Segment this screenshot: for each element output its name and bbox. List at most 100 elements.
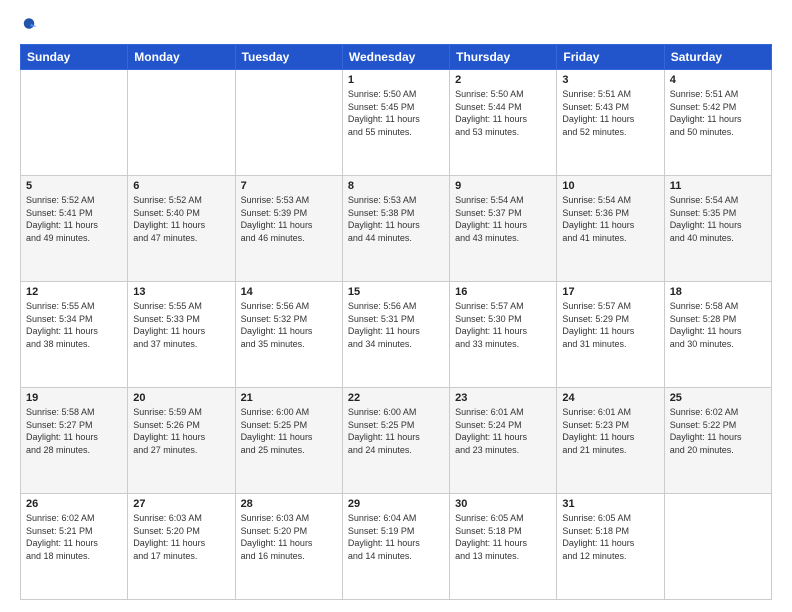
- day-info: Sunrise: 6:02 AM Sunset: 5:21 PM Dayligh…: [26, 512, 122, 562]
- day-info: Sunrise: 6:01 AM Sunset: 5:24 PM Dayligh…: [455, 406, 551, 456]
- day-info: Sunrise: 6:05 AM Sunset: 5:18 PM Dayligh…: [455, 512, 551, 562]
- day-number: 10: [562, 180, 658, 192]
- day-number: 11: [670, 180, 766, 192]
- day-number: 6: [133, 180, 229, 192]
- logo-icon: [20, 16, 38, 34]
- day-number: 12: [26, 286, 122, 298]
- weekday-header-saturday: Saturday: [664, 45, 771, 70]
- week-row-4: 19 Sunrise: 5:58 AM Sunset: 5:27 PM Dayli…: [21, 388, 772, 494]
- day-info: Sunrise: 6:03 AM Sunset: 5:20 PM Dayligh…: [241, 512, 337, 562]
- day-number: 27: [133, 498, 229, 510]
- day-cell: 24Sunrise: 6:01 AM Sunset: 5:23 PM Dayli…: [557, 388, 664, 494]
- page: SundayMondayTuesdayWednesdayThursdayFrid…: [0, 0, 792, 612]
- day-info: Sunrise: 5:58 AM Sunset: 5:28 PM Dayligh…: [670, 300, 766, 350]
- day-cell: 18Sunrise: 5:58 AM Sunset: 5:28 PM Dayli…: [664, 282, 771, 388]
- logo: [20, 16, 42, 34]
- day-number: 2: [455, 74, 551, 86]
- day-info: Sunrise: 5:54 AM Sunset: 5:36 PM Dayligh…: [562, 194, 658, 244]
- day-cell: [128, 70, 235, 176]
- weekday-header-row: SundayMondayTuesdayWednesdayThursdayFrid…: [21, 45, 772, 70]
- day-cell: 29 Sunrise: 6:04 AM Sunset: 5:19 PM Dayli…: [342, 494, 449, 600]
- week-row-1: 1 Sunrise: 5:50 AM Sunset: 5:45 PM Daylig…: [21, 70, 772, 176]
- day-number: 14: [241, 286, 337, 298]
- day-number: 7: [241, 180, 337, 192]
- weekday-header-sunday: Sunday: [21, 45, 128, 70]
- day-number: 3: [562, 74, 658, 86]
- header: [20, 16, 772, 34]
- calendar-table: SundayMondayTuesdayWednesdayThursdayFrid…: [20, 44, 772, 600]
- day-info: Sunrise: 5:59 AM Sunset: 5:26 PM Dayligh…: [133, 406, 229, 456]
- day-info: Sunrise: 6:05 AM Sunset: 5:18 PM Dayligh…: [562, 512, 658, 562]
- day-cell: 2 Sunrise: 5:50 AM Sunset: 5:44 PM Daylig…: [450, 70, 557, 176]
- day-cell: 4 Sunrise: 5:51 AM Sunset: 5:42 PM Daylig…: [664, 70, 771, 176]
- day-cell: 26 Sunrise: 6:02 AM Sunset: 5:21 PM Dayli…: [21, 494, 128, 600]
- day-number: 24: [562, 392, 658, 404]
- week-row-5: 26 Sunrise: 6:02 AM Sunset: 5:21 PM Dayli…: [21, 494, 772, 600]
- day-cell: 20 Sunrise: 5:59 AM Sunset: 5:26 PM Dayli…: [128, 388, 235, 494]
- day-cell: 27 Sunrise: 6:03 AM Sunset: 5:20 PM Dayli…: [128, 494, 235, 600]
- day-info: Sunrise: 5:52 AM Sunset: 5:41 PM Dayligh…: [26, 194, 122, 244]
- day-info: Sunrise: 6:02 AM Sunset: 5:22 PM Dayligh…: [670, 406, 766, 456]
- day-cell: 21 Sunrise: 6:00 AM Sunset: 5:25 PM Dayli…: [235, 388, 342, 494]
- day-number: 16: [455, 286, 551, 298]
- day-number: 22: [348, 392, 444, 404]
- day-cell: 10 Sunrise: 5:54 AM Sunset: 5:36 PM Dayli…: [557, 176, 664, 282]
- day-number: 4: [670, 74, 766, 86]
- day-cell: 16 Sunrise: 5:57 AM Sunset: 5:30 PM Dayli…: [450, 282, 557, 388]
- day-info: Sunrise: 5:51 AM Sunset: 5:42 PM Dayligh…: [670, 88, 766, 138]
- weekday-header-wednesday: Wednesday: [342, 45, 449, 70]
- day-cell: 15 Sunrise: 5:56 AM Sunset: 5:31 PM Dayli…: [342, 282, 449, 388]
- week-row-3: 12 Sunrise: 5:55 AM Sunset: 5:34 PM Dayli…: [21, 282, 772, 388]
- day-info: Sunrise: 5:57 AM Sunset: 5:30 PM Dayligh…: [455, 300, 551, 350]
- weekday-header-tuesday: Tuesday: [235, 45, 342, 70]
- day-info: Sunrise: 5:52 AM Sunset: 5:40 PM Dayligh…: [133, 194, 229, 244]
- day-cell: [664, 494, 771, 600]
- day-info: Sunrise: 5:57 AM Sunset: 5:29 PM Dayligh…: [562, 300, 658, 350]
- day-cell: 9Sunrise: 5:54 AM Sunset: 5:37 PM Daylig…: [450, 176, 557, 282]
- day-info: Sunrise: 5:50 AM Sunset: 5:45 PM Dayligh…: [348, 88, 444, 138]
- day-number: 20: [133, 392, 229, 404]
- day-number: 5: [26, 180, 122, 192]
- day-cell: 28Sunrise: 6:03 AM Sunset: 5:20 PM Dayli…: [235, 494, 342, 600]
- day-number: 25: [670, 392, 766, 404]
- day-cell: 8Sunrise: 5:53 AM Sunset: 5:38 PM Daylig…: [342, 176, 449, 282]
- day-number: 31: [562, 498, 658, 510]
- day-info: Sunrise: 5:58 AM Sunset: 5:27 PM Dayligh…: [26, 406, 122, 456]
- day-info: Sunrise: 6:03 AM Sunset: 5:20 PM Dayligh…: [133, 512, 229, 562]
- day-info: Sunrise: 6:00 AM Sunset: 5:25 PM Dayligh…: [241, 406, 337, 456]
- day-number: 15: [348, 286, 444, 298]
- weekday-header-friday: Friday: [557, 45, 664, 70]
- day-cell: 13Sunrise: 5:55 AM Sunset: 5:33 PM Dayli…: [128, 282, 235, 388]
- weekday-header-monday: Monday: [128, 45, 235, 70]
- day-number: 21: [241, 392, 337, 404]
- day-cell: 11 Sunrise: 5:54 AM Sunset: 5:35 PM Dayli…: [664, 176, 771, 282]
- day-cell: 7Sunrise: 5:53 AM Sunset: 5:39 PM Daylig…: [235, 176, 342, 282]
- day-cell: 19 Sunrise: 5:58 AM Sunset: 5:27 PM Dayli…: [21, 388, 128, 494]
- day-cell: 17 Sunrise: 5:57 AM Sunset: 5:29 PM Dayli…: [557, 282, 664, 388]
- day-cell: 5 Sunrise: 5:52 AM Sunset: 5:41 PM Daylig…: [21, 176, 128, 282]
- day-cell: 25 Sunrise: 6:02 AM Sunset: 5:22 PM Dayli…: [664, 388, 771, 494]
- day-number: 19: [26, 392, 122, 404]
- day-number: 17: [562, 286, 658, 298]
- day-number: 29: [348, 498, 444, 510]
- day-info: Sunrise: 5:51 AM Sunset: 5:43 PM Dayligh…: [562, 88, 658, 138]
- day-cell: 1 Sunrise: 5:50 AM Sunset: 5:45 PM Daylig…: [342, 70, 449, 176]
- day-info: Sunrise: 5:54 AM Sunset: 5:35 PM Dayligh…: [670, 194, 766, 244]
- day-number: 1: [348, 74, 444, 86]
- day-cell: 30Sunrise: 6:05 AM Sunset: 5:18 PM Dayli…: [450, 494, 557, 600]
- day-cell: 23Sunrise: 6:01 AM Sunset: 5:24 PM Dayli…: [450, 388, 557, 494]
- day-number: 13: [133, 286, 229, 298]
- day-info: Sunrise: 6:00 AM Sunset: 5:25 PM Dayligh…: [348, 406, 444, 456]
- day-info: Sunrise: 5:50 AM Sunset: 5:44 PM Dayligh…: [455, 88, 551, 138]
- day-cell: 22 Sunrise: 6:00 AM Sunset: 5:25 PM Dayli…: [342, 388, 449, 494]
- day-info: Sunrise: 5:53 AM Sunset: 5:38 PM Dayligh…: [348, 194, 444, 244]
- day-cell: 3 Sunrise: 5:51 AM Sunset: 5:43 PM Daylig…: [557, 70, 664, 176]
- day-cell: 31 Sunrise: 6:05 AM Sunset: 5:18 PM Dayli…: [557, 494, 664, 600]
- day-info: Sunrise: 5:56 AM Sunset: 5:31 PM Dayligh…: [348, 300, 444, 350]
- day-info: Sunrise: 6:04 AM Sunset: 5:19 PM Dayligh…: [348, 512, 444, 562]
- day-cell: [21, 70, 128, 176]
- day-info: Sunrise: 5:56 AM Sunset: 5:32 PM Dayligh…: [241, 300, 337, 350]
- day-info: Sunrise: 5:55 AM Sunset: 5:34 PM Dayligh…: [26, 300, 122, 350]
- weekday-header-thursday: Thursday: [450, 45, 557, 70]
- day-number: 26: [26, 498, 122, 510]
